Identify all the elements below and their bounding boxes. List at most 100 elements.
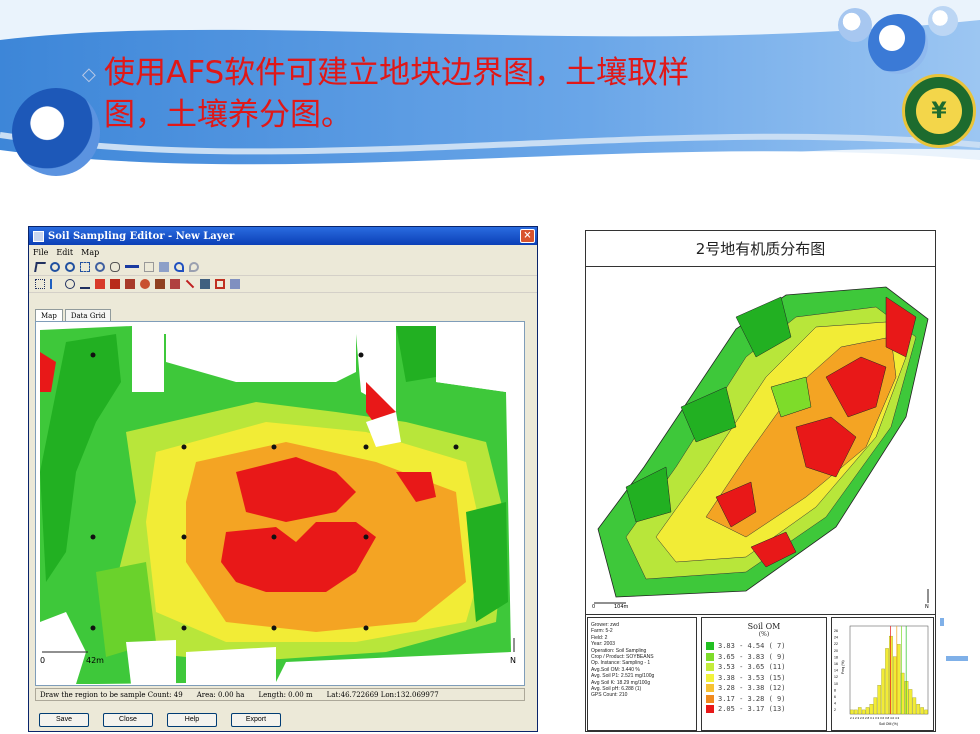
hist-ytick: 4 <box>834 702 836 706</box>
pointer-icon[interactable] <box>34 262 46 272</box>
menu-file[interactable]: File <box>33 248 48 257</box>
hist-bar <box>850 709 854 715</box>
hist-bar <box>893 656 897 715</box>
hist-bar <box>861 709 866 715</box>
university-logo: ¥ <box>902 74 976 148</box>
menu-map[interactable]: Map <box>81 248 99 257</box>
hist-bar <box>865 707 870 715</box>
figure-scale-label: 104m <box>614 604 629 610</box>
side-dash-2 <box>940 618 944 626</box>
sample-tool-icon[interactable] <box>155 279 165 289</box>
sample-flag-icon[interactable] <box>95 279 105 289</box>
circle-tool-icon[interactable] <box>65 279 75 289</box>
zoom-box-icon[interactable] <box>80 262 90 272</box>
sample-flag2-icon[interactable] <box>110 279 120 289</box>
legend-range: 3.17 - 3.28 ( 9) <box>718 694 786 703</box>
close-button[interactable]: Close <box>103 713 153 727</box>
zoom-out-icon[interactable] <box>65 262 75 272</box>
hist-ytick: 14 <box>834 669 838 673</box>
hist-ylabel: Freq (%) <box>841 660 845 674</box>
settings-icon[interactable] <box>215 279 225 289</box>
zoom-extent-icon[interactable] <box>95 262 105 272</box>
legend-row: 3.17 - 3.28 ( 9) <box>702 694 826 705</box>
window-titlebar[interactable]: Soil Sampling Editor - New Layer × <box>29 227 537 245</box>
menu-edit[interactable]: Edit <box>56 248 73 257</box>
legend-range: 3.38 - 3.53 (15) <box>718 673 786 682</box>
status-latlon: Lat:46.722669 Lon:132.069977 <box>326 690 439 699</box>
undo-icon[interactable] <box>174 262 184 272</box>
redo-icon[interactable] <box>189 262 199 272</box>
field-om-map: 0 104m N <box>586 267 935 615</box>
window-title: Soil Sampling Editor - New Layer <box>48 230 235 242</box>
help-button[interactable]: Help <box>167 713 217 727</box>
status-length: Length: 0.00 m <box>258 690 313 699</box>
om-histogram: 26 24 22 20 18 16 14 12 10 8 6 4 2 2.1 2.3 2.6 2.8 3.… <box>831 617 934 731</box>
sample-flag3-icon[interactable] <box>125 279 135 289</box>
hist-ytick: 18 <box>834 655 838 659</box>
hist-ytick: 20 <box>834 649 838 653</box>
legend-row: 2.05 - 3.17 (13) <box>702 704 826 715</box>
hist-ytick: 6 <box>834 695 836 699</box>
legend-swatch <box>706 673 714 682</box>
field-om-map-image <box>594 286 929 604</box>
legend-swatch <box>706 684 714 693</box>
delete-icon[interactable] <box>185 279 195 289</box>
grid-icon[interactable] <box>144 262 154 272</box>
legend-swatch <box>706 663 714 672</box>
info-line: GPS Count: 210 <box>591 692 628 699</box>
legend-row: 3.38 - 3.53 (15) <box>702 673 826 684</box>
hist-bar <box>857 707 862 715</box>
bubble-left <box>12 88 100 176</box>
hist-ytick: 8 <box>834 688 836 692</box>
legend-row: 3.53 - 3.65 (11) <box>702 662 826 673</box>
hist-bar <box>908 689 913 715</box>
soil-map-image <box>36 322 524 685</box>
pan-hand-icon[interactable] <box>110 262 120 272</box>
button-row: Save Close Help Export <box>39 713 281 727</box>
bullet-icon: ◇ <box>82 64 96 85</box>
hist-ytick: 26 <box>834 629 838 633</box>
hist-ytick: 22 <box>834 642 838 646</box>
hist-bar <box>885 648 889 715</box>
legend-swatch <box>706 642 714 651</box>
options-icon[interactable] <box>230 279 240 289</box>
side-dash <box>946 656 968 661</box>
legend-range: 3.28 - 3.38 (12) <box>718 684 786 693</box>
figure-title: 2号地有机质分布图 <box>586 231 935 267</box>
legend-row: 3.28 - 3.38 (12) <box>702 683 826 694</box>
print-icon[interactable] <box>159 262 169 272</box>
save-button[interactable]: Save <box>39 713 89 727</box>
legend-unit: (%) <box>758 631 770 638</box>
hist-bar <box>916 704 921 715</box>
legend-row: 3.83 - 4.54 ( 7) <box>702 641 826 652</box>
hist-ytick: 10 <box>834 682 838 686</box>
close-icon[interactable]: × <box>520 229 535 243</box>
hist-ytick: 24 <box>834 636 838 640</box>
map-scale-label: 42m <box>86 656 104 665</box>
hist-ytick: 16 <box>834 662 838 666</box>
hist-bar <box>877 685 882 715</box>
map-scale-zero: 0 <box>40 656 46 665</box>
soil-map-canvas[interactable]: 0 42m N <box>35 321 525 686</box>
add-point-icon[interactable] <box>50 279 60 289</box>
legend-title: Soil OM <box>747 622 781 631</box>
status-bar: Draw the region to be sample Count: 49 A… <box>35 688 525 701</box>
sample-gear-icon[interactable] <box>140 279 150 289</box>
pin-icon[interactable] <box>80 279 90 289</box>
figure-north-icon: N <box>925 604 929 610</box>
hist-bar <box>854 709 858 715</box>
hist-ytick: 2 <box>834 708 836 712</box>
export-image-icon[interactable] <box>200 279 210 289</box>
legend-range: 3.53 - 3.65 (11) <box>718 663 786 672</box>
measure-icon[interactable] <box>125 265 139 269</box>
hist-frame <box>849 625 929 715</box>
sample-person-icon[interactable] <box>170 279 180 289</box>
hist-bar <box>912 697 917 715</box>
soil-om-legend: Soil OM (%) 3.83 - 4.54 ( 7) 3.65 - 3.83 … <box>701 617 827 731</box>
north-arrow-icon: N <box>510 656 516 665</box>
export-button[interactable]: Export <box>231 713 281 727</box>
zoom-in-icon[interactable] <box>50 262 60 272</box>
histogram-chart: 26 24 22 20 18 16 14 12 10 8 6 4 2 2.1 2.3 2.6 2.8 3.… <box>834 625 929 726</box>
status-area: Area: 0.00 ha <box>196 690 245 699</box>
select-region-icon[interactable] <box>35 279 45 289</box>
